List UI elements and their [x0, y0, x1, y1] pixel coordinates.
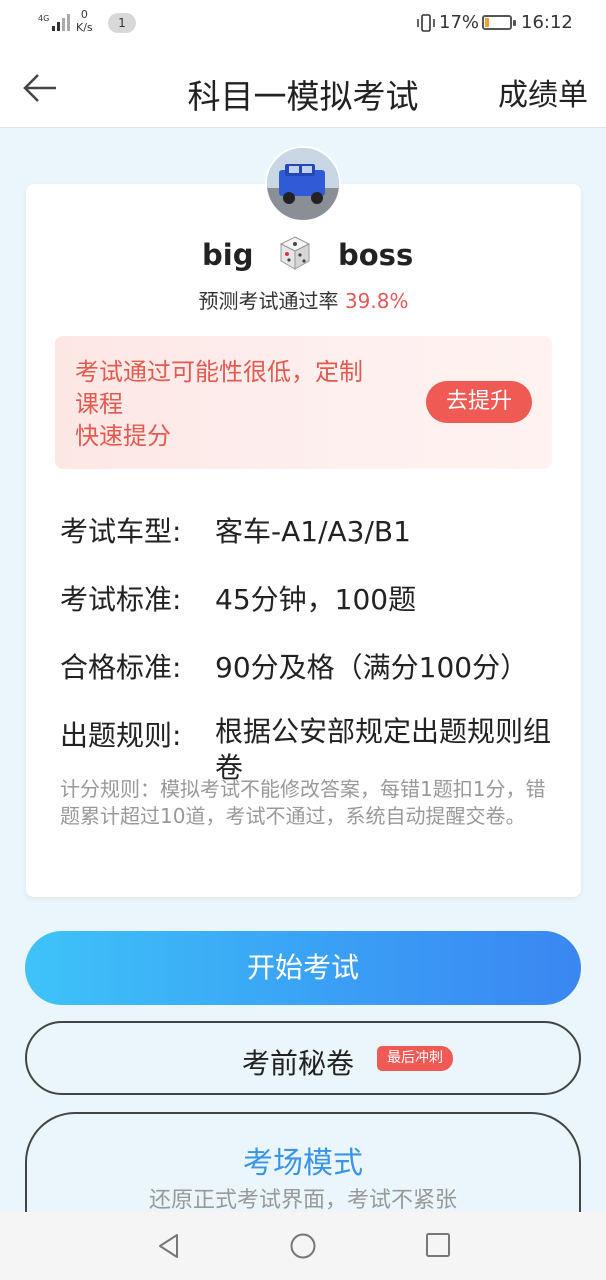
username-last: boss [338, 238, 414, 272]
alert-line-2: 课程 [75, 390, 123, 418]
info-row-vehicle: 考试车型: 客车-A1/A3/B1 [60, 510, 411, 550]
vibrate-icon [417, 14, 435, 32]
status-bar: 4G 0 K/s 1 17% 16:12 [0, 0, 606, 48]
info-row-standard: 考试标准: 45分钟，100题 [60, 578, 416, 618]
info-label: 合格标准: [60, 651, 182, 684]
info-value: 45分钟，100题 [215, 583, 417, 616]
alert-message: 考试通过可能性很低，定制 课程 快速提分 [75, 356, 415, 452]
username-first: big [202, 238, 254, 272]
alert-line-1: 考试通过可能性很低，定制 [75, 358, 363, 386]
exam-mode-subtitle: 还原正式考试界面，考试不紧张 [148, 1188, 457, 1213]
exam-mode-title: 考场模式 [243, 1146, 363, 1181]
dice-icon [279, 236, 311, 270]
username-row: big boss [26, 234, 581, 278]
info-row-pass-standard: 合格标准: 90分及格（满分100分） [60, 646, 528, 686]
avatar-car-image [267, 148, 339, 220]
network-speed: 0 K/s [76, 8, 93, 34]
svg-text:4G: 4G [38, 14, 49, 23]
signal-icon: 4G [38, 14, 70, 31]
network-speed-unit: K/s [76, 21, 93, 34]
pass-rate-label: 预测考试通过率 [198, 289, 339, 313]
info-value: 90分及格（满分100分） [215, 651, 529, 684]
alert-line-3: 快速提分 [75, 422, 171, 450]
improve-button[interactable]: 去提升 [426, 381, 532, 423]
battery-fill [485, 18, 489, 27]
pass-rate-value: 39.8% [344, 289, 409, 313]
low-pass-alert: 考试通过可能性很低，定制 课程 快速提分 去提升 [55, 336, 552, 469]
info-label: 考试标准: [60, 583, 182, 616]
pre-exam-secret-button[interactable]: 考前秘卷 最后冲刺 [25, 1021, 581, 1095]
start-exam-button[interactable]: 开始考试 [25, 931, 581, 1005]
nav-back-icon[interactable] [155, 1232, 183, 1260]
report-card-button[interactable]: 成绩单 [498, 70, 588, 114]
battery-icon [482, 15, 516, 30]
info-value: 客车-A1/A3/B1 [215, 515, 411, 548]
nav-recent-apps-icon[interactable] [425, 1232, 451, 1258]
final-sprint-badge: 最后冲刺 [377, 1046, 453, 1071]
clock: 16:12 [521, 12, 573, 33]
score-rule-text: 计分规则：模拟考试不能修改答案，每错1题扣1分，错题累计超过10道，考试不通过，… [60, 777, 546, 828]
app-header: 科目一模拟考试 成绩单 [0, 48, 606, 128]
notification-count-badge: 1 [108, 13, 136, 33]
battery-percent: 17% [439, 12, 480, 33]
info-label: 考试车型: [60, 515, 182, 548]
pass-rate: 预测考试通过率 39.8% [26, 285, 581, 314]
system-nav-bar [0, 1212, 606, 1280]
nav-home-icon[interactable] [289, 1232, 317, 1260]
secret-button-label: 考前秘卷 [242, 1047, 355, 1080]
info-label: 出题规则: [60, 719, 182, 752]
network-speed-value: 0 [80, 8, 88, 21]
avatar[interactable] [265, 146, 341, 222]
